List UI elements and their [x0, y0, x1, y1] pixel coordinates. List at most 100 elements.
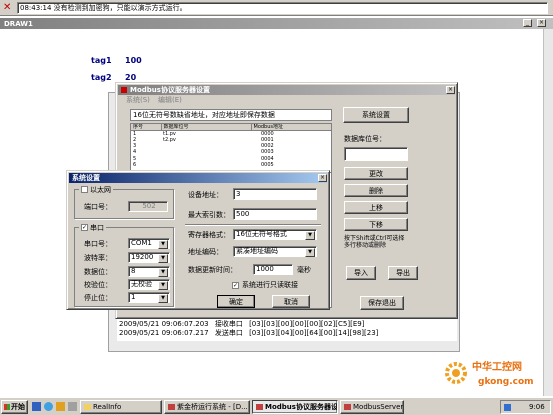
dialog-close-button[interactable]: ×	[318, 174, 327, 182]
log-time: 2009/05/21 09:06:07.217	[119, 329, 209, 337]
db-tag-input[interactable]	[344, 147, 408, 161]
port-label: 端口号：	[84, 203, 112, 211]
start-label: 开始	[11, 403, 25, 411]
serial-label: 串口	[90, 223, 104, 232]
log-line: 2009/05/21 09:06:07.217 发送串口 [03][03][04…	[119, 329, 378, 338]
refresh-unit: 毫秒	[297, 266, 311, 274]
quicklaunch-icon-3[interactable]	[56, 402, 65, 411]
app-icon	[256, 404, 263, 410]
baud-select[interactable]: 19200	[128, 252, 170, 263]
ethernet-header: 以太网	[79, 185, 113, 194]
device-addr-label: 设备地址：	[188, 191, 223, 199]
export-button[interactable]: 导出	[388, 266, 418, 280]
cancel-button[interactable]: 取消	[272, 295, 310, 308]
menu-edit[interactable]: 编辑(E)	[158, 96, 182, 105]
modbus-window-title: Modbus协议服务器设置	[130, 86, 210, 94]
main-vscrollbar[interactable]	[543, 29, 553, 396]
ethernet-checkbox[interactable]	[81, 186, 88, 193]
com-port-select[interactable]: COM1	[128, 238, 170, 249]
tag2-label: tag2	[91, 73, 112, 82]
readonly-checkbox[interactable]: ✓	[232, 282, 239, 289]
refresh-input[interactable]: 1000	[253, 264, 293, 275]
log-type: 发送串口	[214, 329, 243, 337]
readonly-label: 系统进行只读联接	[242, 281, 298, 289]
task-label: 紫金桥运行系统 - [D...	[177, 403, 248, 411]
stop-bits-label: 停止位：	[84, 294, 112, 302]
serial-checkbox[interactable]: ✓	[81, 224, 88, 231]
task-label: Modbus协议服务器设置	[265, 403, 338, 411]
ethernet-label: 以太网	[90, 185, 111, 194]
main-window-title: DRAW1	[4, 19, 33, 28]
addr-encoding-select[interactable]: 紧凑地址编码	[233, 246, 317, 257]
task-runtime[interactable]: 紫金桥运行系统 - [D...	[164, 400, 250, 414]
task-label: ModbusServer	[353, 403, 404, 411]
system-settings-button[interactable]: 系统设置	[343, 107, 409, 123]
parity-select[interactable]: 无校验	[128, 279, 170, 290]
log-type: 接收串口	[214, 320, 243, 328]
task-modbus-server[interactable]: ModbusServer	[340, 400, 404, 414]
serial-header: ✓ 串口	[79, 223, 106, 232]
multi-select-tip: 按下Shift或Ctrl可选择多行移动或删除	[344, 235, 405, 249]
taskbar: 开始 RealInfo 紫金桥运行系统 - [D... Modbus协议服务器设…	[0, 397, 553, 415]
quicklaunch-icon-1[interactable]	[32, 402, 41, 411]
system-tray: 9:06	[500, 400, 551, 414]
stop-bits-select[interactable]: 1	[128, 292, 170, 303]
delete-button[interactable]: 删除	[344, 184, 408, 197]
log-area: 2009/05/21 09:06:07.203 接收串口 [03][03][00…	[117, 319, 457, 341]
dialog-caption: 系统设置	[69, 173, 327, 183]
max-index-input[interactable]: 500	[233, 208, 317, 220]
start-button[interactable]: 开始	[1, 400, 28, 414]
port-input[interactable]: 502	[128, 201, 168, 212]
quicklaunch-icon-2[interactable]	[44, 402, 53, 411]
row-tag	[161, 162, 251, 168]
task-realinfo[interactable]: RealInfo	[80, 400, 162, 414]
main-minimize-button[interactable]: _	[523, 19, 532, 27]
max-index-label: 最大索引数：	[188, 211, 230, 219]
log-data: [03][03][04][00][64][00][14][98][23]	[249, 329, 379, 337]
tray-icon[interactable]	[504, 404, 511, 411]
windows-logo-icon	[4, 404, 10, 410]
table-row[interactable]: 6 0005	[131, 162, 331, 168]
main-close-button[interactable]: ×	[537, 19, 546, 27]
modbus-title-icon	[121, 87, 127, 93]
move-down-button[interactable]: 下移	[344, 218, 408, 231]
close-x-icon[interactable]: ✕	[3, 3, 13, 13]
folder-icon	[84, 404, 91, 410]
log-line: 2009/05/21 09:06:07.203 接收串口 [03][03][00…	[119, 320, 364, 329]
quicklaunch-icon-4[interactable]	[68, 402, 77, 411]
move-up-button[interactable]: 上移	[344, 201, 408, 214]
device-addr-input[interactable]: 3	[233, 188, 317, 200]
task-modbus-settings[interactable]: Modbus协议服务器设置	[252, 400, 338, 414]
save-exit-button[interactable]: 保存退出	[360, 296, 404, 310]
tag2-value: 20	[125, 73, 137, 82]
menu-system[interactable]: 系统(S)	[126, 96, 150, 105]
log-time: 2009/05/21 09:06:07.203	[119, 320, 209, 328]
gear-icon	[445, 362, 467, 384]
reg-format-label: 寄存器格式：	[188, 231, 230, 239]
dialog-title: 系统设置	[72, 174, 100, 182]
dialog-separator	[185, 224, 321, 226]
modbus-window-caption: Modbus协议服务器设置	[118, 85, 455, 95]
change-button[interactable]: 更改	[344, 167, 408, 180]
refresh-label: 数据更新时间：	[188, 266, 237, 274]
main-window-caption: DRAW1	[0, 18, 553, 29]
ok-button[interactable]: 确定	[217, 295, 255, 308]
data-bits-label: 数据位：	[84, 268, 112, 276]
address-grid[interactable]: 序号 数据库位号 Modbus地址 1 t1.pv 0000 2 t2.pv 0001 …	[130, 123, 332, 173]
system-settings-dialog: 系统设置 × 以太网 端口号： 502 ✓ 串口 串口号： COM1 波特率： …	[66, 170, 330, 310]
tag1-label: tag1	[91, 56, 112, 65]
db-tag-label: 数据库位号：	[344, 135, 386, 143]
row-index: 6	[133, 161, 137, 168]
modbus-close-button[interactable]: ×	[446, 86, 455, 94]
reg-format-select[interactable]: 16位无符号格式	[233, 229, 317, 240]
status-bar: ✕ 08:43:14 没有检测到加密狗，只能以演示方式运行。	[0, 0, 553, 16]
watermark-url: gkong.com	[478, 377, 534, 387]
addr-encoding-label: 地址编码：	[188, 248, 223, 256]
app-icon	[344, 404, 351, 410]
data-bits-select[interactable]: 8	[128, 266, 170, 277]
status-message: 08:43:14 没有检测到加密狗，只能以演示方式运行。	[17, 2, 548, 14]
task-label: RealInfo	[93, 403, 122, 411]
row-addr: 0005	[261, 161, 274, 168]
import-button[interactable]: 导入	[346, 266, 376, 280]
watermark-logo	[443, 360, 469, 386]
